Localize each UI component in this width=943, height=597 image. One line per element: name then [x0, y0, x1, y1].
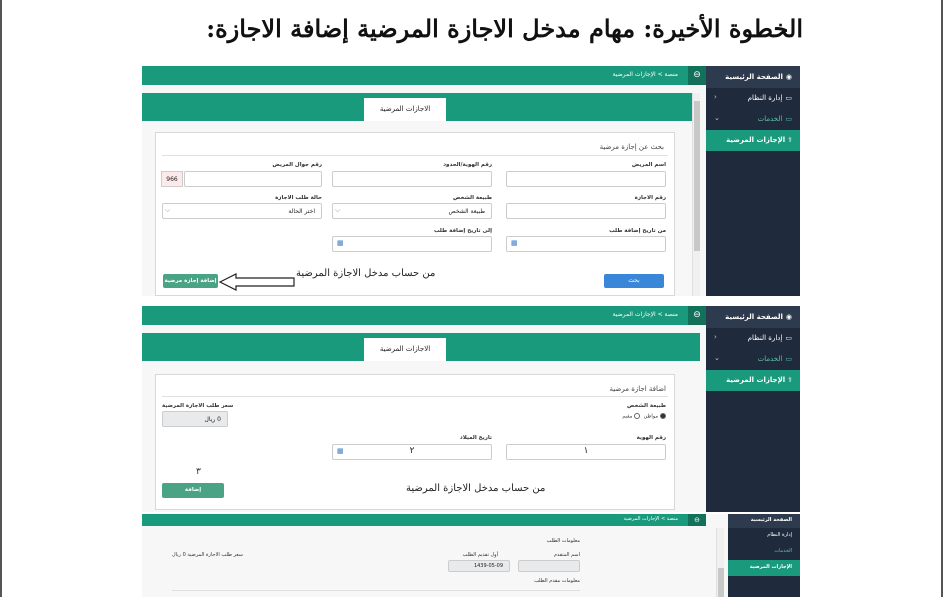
mobile-input[interactable] [184, 171, 322, 187]
sidebar-item-home[interactable]: ◉الصفحة الرئيسية [706, 66, 800, 88]
price-label: سعر طلب الاجازة المرضية 0 ريال [172, 552, 243, 558]
divider [162, 155, 668, 156]
add-button[interactable]: إضافة [162, 483, 224, 498]
patient-name-label: اسم المريض [631, 162, 666, 168]
id-label: رقم الهوية/الحدود [443, 162, 492, 168]
chevron-down-icon: ⌄ [714, 114, 720, 122]
panel-title: بحث عن إجازة مرضية [599, 143, 664, 151]
sidebar: ◉الصفحة الرئيسية ▭إدارة النظام ‹ ▭الخدمات… [706, 66, 800, 296]
calendar-icon[interactable]: ▦ [337, 447, 344, 455]
search-button[interactable]: بحث [604, 274, 664, 288]
document-title: الخطوة الأخيرة: مهام مدخل الاجازة المرضي… [206, 14, 803, 43]
sidebar-item-sick-leaves[interactable]: الإجازات المرضية [728, 560, 800, 576]
monitor-icon: ▭ [785, 115, 792, 123]
collapse-icon[interactable]: ⊖ [688, 306, 706, 325]
top-bar: ⊖ منصة > الإجازات المرضية [142, 514, 706, 526]
dashboard-icon: ◉ [785, 313, 792, 321]
add-sick-leave-button[interactable]: إضافة إجازة مرضية [163, 274, 218, 288]
screenshot-request-details: ⊖ منصة > الإجازات المرضية الصفحة الرئيسي… [142, 514, 800, 597]
country-code: 966 [161, 171, 183, 187]
sidebar-item-system-admin[interactable]: إدارة النظام [728, 528, 800, 544]
sidebar-item-system-admin[interactable]: ▭إدارة النظام ‹ [706, 328, 800, 349]
add-panel: اضافة اجازة مرضية طبيعة الشخص مواطن مقيم… [155, 374, 675, 510]
first-submit-label: أول تقديم الطلب [462, 552, 498, 558]
annotation-note: من حساب مدخل الاجازة المرضية [296, 268, 436, 279]
dropdown-icon: ⌵ [165, 206, 171, 214]
monitor-icon: ▭ [785, 355, 792, 363]
stethoscope-icon: ⚕ [788, 136, 792, 144]
breadcrumb[interactable]: منصة > الإجازات المرضية [623, 516, 678, 522]
sidebar-item-services[interactable]: ▭الخدمات ⌄ [706, 349, 800, 370]
monitor-icon: ▭ [785, 94, 792, 102]
radio-resident[interactable] [634, 413, 641, 419]
person-type-label: طبيعة الشخص [452, 195, 492, 201]
monitor-icon: ▭ [785, 334, 792, 342]
leave-number-label: رقم الاجازة [634, 195, 666, 201]
divider [162, 396, 668, 397]
id-input[interactable]: ١ [506, 444, 666, 460]
scroll-thumb[interactable] [718, 568, 724, 597]
stethoscope-icon: ⚕ [788, 376, 792, 384]
sidebar-item-services[interactable]: الخدمات [728, 544, 800, 560]
arrow-annotation [218, 273, 295, 291]
chevron-left-icon: ‹ [714, 333, 717, 341]
from-date-input[interactable]: ▦ [506, 236, 666, 252]
sidebar-item-home[interactable]: ◉الصفحة الرئيسية [706, 306, 800, 328]
mobile-label: رقم جوال المريض [272, 162, 322, 168]
birth-date-label: تاريخ الميلاد [459, 435, 492, 441]
sidebar-item-sick-leaves[interactable]: ⚕الإجازات المرضية [706, 130, 800, 151]
sidebar: الصفحة الرئيسية إدارة النظام الخدمات الإ… [728, 514, 800, 597]
sidebar-item-services[interactable]: ▭الخدمات ⌄ [706, 109, 800, 130]
tab-sick-leaves[interactable]: الاجازات المرضية [364, 98, 446, 121]
scroll-thumb[interactable] [694, 101, 700, 251]
status-label: حالة طلب الاجازة [275, 195, 322, 201]
sidebar-item-home[interactable]: الصفحة الرئيسية [728, 514, 800, 528]
to-date-label: إلى تاريخ إضافة طلب [433, 228, 492, 234]
scrollbar[interactable] [716, 528, 724, 597]
scrollbar[interactable] [692, 93, 700, 296]
calendar-icon[interactable]: ▦ [337, 239, 344, 247]
collapse-icon[interactable]: ⊖ [688, 66, 706, 85]
person-type-radios: مواطن مقيم [622, 413, 666, 420]
breadcrumb[interactable]: منصة > الإجازات المرضية [613, 311, 678, 318]
step-three-marker: ٣ [196, 467, 201, 477]
breadcrumb[interactable]: منصة > الإجازات المرضية [613, 71, 678, 78]
tab-sick-leaves[interactable]: الاجازات المرضية [364, 338, 446, 361]
screenshot-search: ⊖ منصة > الإجازات المرضية ◉الصفحة الرئيس… [142, 66, 800, 296]
price-field: 0 ريال [162, 411, 228, 427]
request-info-heading: معلومات الطلب [546, 538, 580, 544]
chevron-down-icon: ⌄ [714, 354, 720, 362]
to-date-input[interactable]: ▦ [332, 236, 492, 252]
panel-title: اضافة اجازة مرضية [609, 385, 666, 393]
screenshot-add: ⊖ منصة > الإجازات المرضية ◉الصفحة الرئيس… [142, 306, 800, 512]
top-bar: ⊖ منصة > الإجازات المرضية [142, 66, 706, 85]
person-type-label: طبيعة الشخص [626, 403, 666, 409]
top-bar: ⊖ منصة > الإجازات المرضية [142, 306, 706, 325]
birth-date-input[interactable]: ٢ ▦ [332, 444, 492, 460]
person-type-select[interactable]: طبيعة الشخص ⌵ [332, 203, 492, 219]
radio-citizen[interactable] [660, 413, 666, 419]
applicant-name-label: اسم المتقدم [553, 552, 580, 558]
id-label: رقم الهوية [636, 435, 666, 441]
calendar-icon[interactable]: ▦ [511, 239, 518, 247]
first-submit-field: 1439-05-09 [448, 560, 510, 572]
divider [172, 590, 580, 591]
leave-number-input[interactable] [506, 203, 666, 219]
price-label: سعر طلب الاجازة المرضية [162, 403, 234, 409]
sidebar-item-sick-leaves[interactable]: ⚕الإجازات المرضية [706, 370, 800, 391]
sidebar-item-system-admin[interactable]: ▭إدارة النظام ‹ [706, 88, 800, 109]
from-date-label: من تاريخ إضافة طلب [609, 228, 666, 234]
dashboard-icon: ◉ [785, 73, 792, 81]
annotation-note: من حساب مدخل الاجازة المرضية [406, 483, 546, 494]
applicant-info-heading: معلومات مقدم الطلب [534, 578, 580, 584]
id-input[interactable] [332, 171, 492, 187]
dropdown-icon: ⌵ [335, 206, 341, 214]
chevron-left-icon: ‹ [714, 93, 717, 101]
sidebar: ◉الصفحة الرئيسية ▭إدارة النظام ‹ ▭الخدمات… [706, 306, 800, 512]
collapse-icon[interactable]: ⊖ [688, 514, 706, 526]
applicant-name-field [518, 560, 580, 572]
page-border-left [0, 0, 2, 597]
status-select[interactable]: اختر الحالة ⌵ [162, 203, 322, 219]
patient-name-input[interactable] [506, 171, 666, 187]
